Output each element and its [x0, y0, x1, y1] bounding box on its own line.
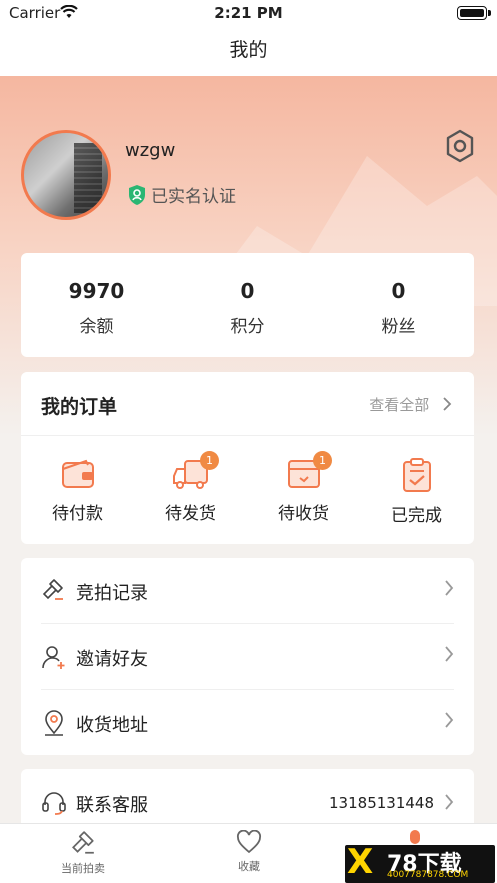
verified-shield-icon: [129, 184, 145, 205]
menu-card: 竞拍记录 邀请好友 收货地址: [21, 558, 474, 755]
chevron-right-icon: [445, 580, 454, 596]
menu-item-invite-friends[interactable]: 邀请好友: [21, 624, 474, 690]
clock: 2:21 PM: [214, 4, 283, 22]
stat-label: 积分: [230, 317, 265, 337]
menu-item-shipping-address[interactable]: 收货地址: [21, 690, 474, 756]
clipboard-check-icon: [402, 458, 431, 492]
orders-card: 我的订单 查看全部 待付款 1 待发货 1 待收货 已完成: [21, 372, 474, 544]
notification-badge: 1: [313, 451, 332, 470]
stat-label: 余额: [79, 317, 114, 337]
view-all-orders-link[interactable]: 查看全部: [369, 394, 452, 415]
verified-label: 已实名认证: [151, 187, 236, 207]
stats-card: 9970 余额 0 积分 0 粉丝: [21, 253, 474, 357]
wallet-icon: [61, 459, 94, 488]
headset-icon: [42, 792, 66, 815]
chevron-right-icon: [443, 397, 452, 411]
stat-balance[interactable]: 9970 余额: [21, 253, 172, 357]
notification-badge: 1: [200, 451, 219, 470]
order-completed[interactable]: 已完成: [360, 457, 473, 526]
order-label: 待收货: [278, 504, 329, 524]
page-title: 我的: [229, 39, 268, 61]
gavel-icon: [72, 831, 94, 854]
menu-item-label: 邀请好友: [76, 649, 148, 670]
chevron-right-icon: [445, 646, 454, 662]
battery-icon: [457, 6, 491, 20]
chevron-right-icon: [445, 794, 454, 810]
location-pin-icon: [45, 710, 63, 736]
stat-label: 粉丝: [381, 317, 416, 337]
order-label: 已完成: [391, 506, 442, 526]
username: wzgw: [125, 140, 176, 161]
menu-item-label: 联系客服: [76, 795, 148, 816]
tab-label: 当前拍卖: [61, 862, 105, 875]
view-all-label: 查看全部: [369, 396, 430, 414]
settings-icon[interactable]: [444, 129, 476, 163]
stat-value: 0: [391, 279, 406, 303]
order-label: 待发货: [165, 504, 216, 524]
stat-value: 0: [240, 279, 255, 303]
tab-favorites[interactable]: 收藏: [166, 830, 332, 874]
avatar[interactable]: [21, 130, 111, 220]
menu-item-label: 收货地址: [76, 715, 148, 736]
add-user-icon: [42, 646, 65, 669]
orders-title: 我的订单: [41, 396, 118, 418]
stat-points[interactable]: 0 积分: [172, 253, 323, 357]
stat-fans[interactable]: 0 粉丝: [323, 253, 474, 357]
gavel-icon: [42, 579, 63, 600]
order-to-ship[interactable]: 1 待发货: [134, 451, 247, 524]
tab-current-auctions[interactable]: 当前拍卖: [0, 830, 166, 876]
menu-item-label: 竞拍记录: [76, 583, 148, 604]
menu-item-bid-records[interactable]: 竞拍记录: [21, 558, 474, 624]
divider: [21, 435, 474, 436]
order-to-receive[interactable]: 1 待收货: [247, 451, 360, 524]
status-bar: Carrier 2:21 PM: [0, 0, 497, 26]
order-pending-payment[interactable]: 待付款: [21, 457, 134, 524]
chevron-right-icon: [445, 712, 454, 728]
watermark-logo: X 78下载 4007787878.COM: [345, 845, 495, 883]
verified-status: 已实名认证: [127, 182, 236, 207]
nav-bar: 我的: [0, 26, 497, 76]
heart-icon: [237, 830, 261, 854]
tab-label: 收藏: [238, 860, 260, 873]
service-phone-number: 13185131448: [329, 794, 434, 812]
watermark-url: 4007787878.COM: [387, 870, 469, 880]
watermark-mark: X: [347, 845, 374, 882]
stat-value: 9970: [68, 279, 125, 303]
order-label: 待付款: [52, 504, 103, 524]
